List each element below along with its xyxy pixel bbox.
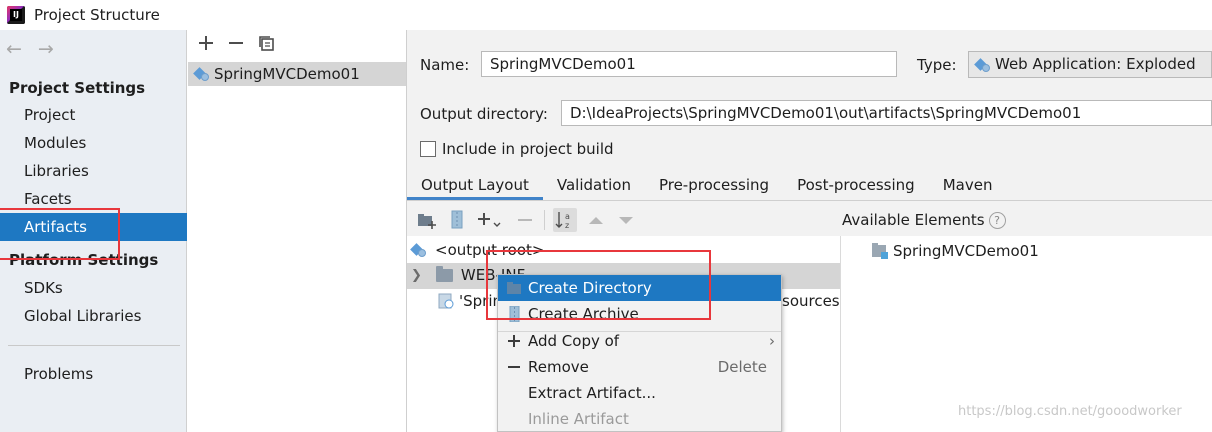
tab-pre-processing[interactable]: Pre-processing — [645, 170, 783, 200]
available-elements-pane — [840, 236, 1212, 432]
available-elements-label: Available Elements — [842, 211, 985, 229]
tab-maven[interactable]: Maven — [929, 170, 1007, 200]
move-down-icon[interactable] — [615, 209, 637, 231]
artifact-list-pane — [187, 30, 407, 432]
web-artifact-icon — [193, 66, 210, 82]
menu-shortcut: Delete — [717, 358, 767, 376]
intellij-app-icon: IJ — [7, 6, 25, 24]
sidebar-item-project[interactable]: Project — [0, 101, 187, 129]
artifact-list-toolbar — [197, 34, 275, 52]
type-select[interactable]: Web Application: Exploded — [968, 51, 1212, 78]
menu-label: Extract Artifact... — [528, 384, 656, 402]
sidebar-item-sdks[interactable]: SDKs — [0, 274, 187, 302]
menu-label: Add Copy of — [528, 332, 620, 350]
help-icon[interactable]: ? — [988, 211, 1006, 229]
watermark: https://blog.csdn.net/gooodworker — [958, 404, 1182, 419]
sidebar-item-global-libraries[interactable]: Global Libraries — [0, 302, 187, 330]
output-directory-label: Output directory: — [420, 105, 548, 123]
remove-element-icon[interactable] — [514, 209, 536, 231]
new-folder-icon[interactable] — [416, 209, 438, 231]
output-directory-field[interactable]: D:\IdeaProjects\SpringMVCDemo01\out\arti… — [561, 100, 1212, 126]
type-select-value: Web Application: Exploded — [995, 55, 1196, 73]
available-item[interactable]: SpringMVCDemo01 — [871, 242, 1039, 260]
output-root-icon — [410, 242, 427, 258]
tab-post-processing[interactable]: Post-processing — [783, 170, 929, 200]
annotation-box-create-directory — [486, 250, 711, 320]
sort-az-icon[interactable]: az — [553, 208, 577, 232]
available-elements-header: Available Elements ? — [842, 211, 1006, 229]
web-app-type-icon — [974, 57, 991, 73]
artifact-list-item[interactable]: SpringMVCDemo01 — [188, 62, 406, 86]
annotation-box-artifacts — [0, 208, 120, 260]
copy-icon[interactable] — [257, 34, 275, 52]
artifact-item-label: SpringMVCDemo01 — [214, 65, 360, 83]
menu-label: Remove — [528, 358, 589, 376]
include-in-build-row[interactable]: Include in project build — [420, 140, 614, 158]
module-output-icon — [438, 293, 454, 309]
menu-item-add-copy-of[interactable]: Add Copy of › — [498, 328, 781, 354]
sidebar-item-problems[interactable]: Problems — [0, 360, 187, 388]
back-arrow-icon[interactable]: ← — [6, 38, 22, 60]
include-in-build-label: Include in project build — [442, 140, 614, 158]
minus-icon — [508, 366, 520, 368]
available-item-label: SpringMVCDemo01 — [893, 242, 1039, 260]
window-title: Project Structure — [34, 6, 160, 24]
nav-arrows: ← → — [6, 38, 54, 60]
add-element-icon[interactable] — [476, 209, 506, 231]
name-label: Name: — [420, 56, 470, 74]
platform-settings-list: SDKs Global Libraries — [0, 274, 187, 330]
name-field[interactable]: SpringMVCDemo01 — [481, 51, 897, 77]
add-icon[interactable] — [197, 34, 215, 52]
menu-label: Inline Artifact — [528, 410, 629, 428]
sidebar-item-modules[interactable]: Modules — [0, 129, 187, 157]
sidebar-divider — [8, 345, 180, 346]
forward-arrow-icon[interactable]: → — [38, 38, 54, 60]
type-label: Type: — [917, 56, 957, 74]
svg-text:a: a — [565, 212, 570, 221]
menu-item-remove[interactable]: Remove Delete — [498, 354, 781, 380]
chevron-right-icon[interactable]: ❯ — [411, 268, 422, 283]
remove-icon[interactable] — [227, 34, 245, 52]
layout-toolbar: az — [416, 208, 637, 232]
folder-icon — [435, 265, 453, 282]
menu-item-inline-artifact: Inline Artifact — [498, 406, 781, 432]
layout-tabs: Output Layout Validation Pre-processing … — [407, 170, 1212, 201]
tab-validation[interactable]: Validation — [543, 170, 645, 200]
module-output-suffix: sources — [782, 292, 840, 310]
move-up-icon[interactable] — [585, 209, 607, 231]
sidebar-item-libraries[interactable]: Libraries — [0, 157, 187, 185]
project-settings-heading: Project Settings — [9, 79, 146, 97]
tab-output-layout[interactable]: Output Layout — [407, 170, 543, 200]
submenu-arrow-icon: › — [769, 332, 775, 350]
menu-item-extract-artifact[interactable]: Extract Artifact... — [498, 380, 781, 406]
title-bar: IJ Project Structure — [0, 0, 1212, 30]
archive-icon[interactable] — [446, 209, 468, 231]
module-icon — [872, 243, 888, 259]
toolbar-separator — [544, 210, 545, 230]
add-icon — [508, 335, 520, 347]
svg-text:z: z — [565, 221, 569, 230]
include-in-build-checkbox[interactable] — [420, 141, 436, 157]
